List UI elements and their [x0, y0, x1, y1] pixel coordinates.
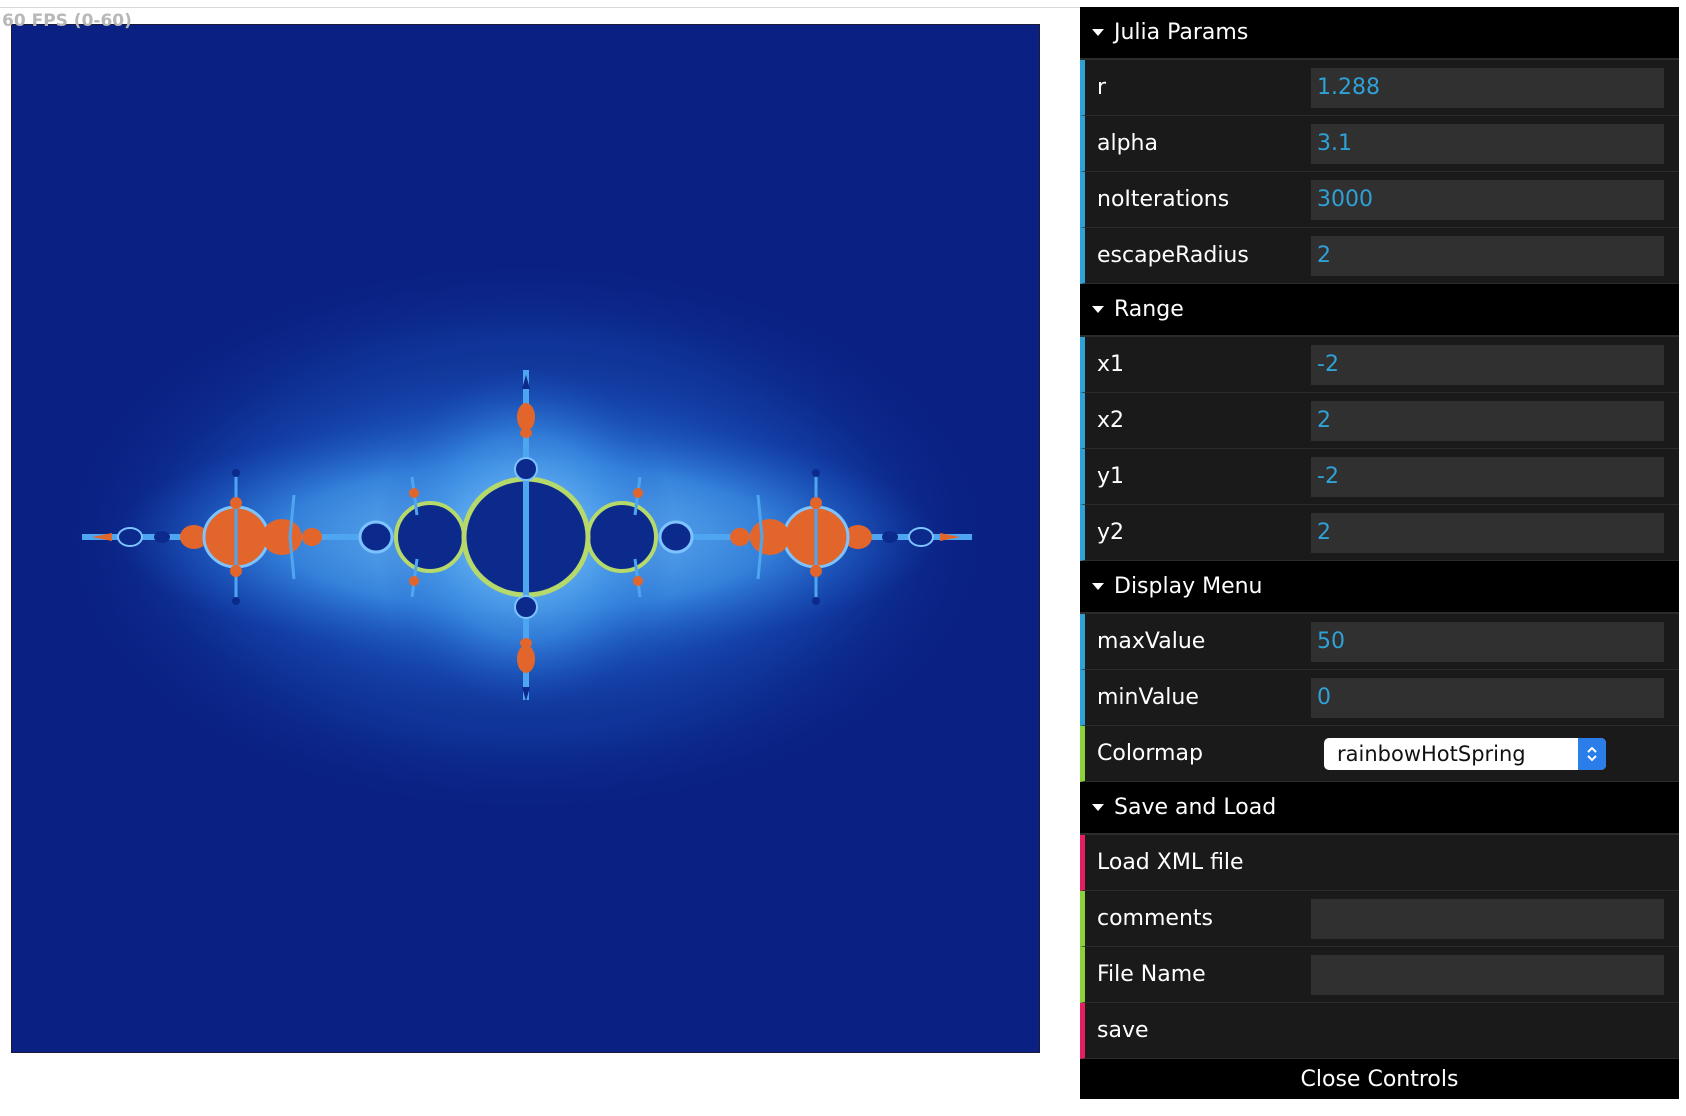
- x2-input[interactable]: 2: [1311, 400, 1664, 441]
- select-arrows-icon[interactable]: [1578, 737, 1606, 770]
- param-row-comments: comments: [1080, 891, 1679, 947]
- minvalue-input[interactable]: 0: [1311, 677, 1664, 718]
- param-label: y1: [1097, 464, 1125, 489]
- folder-title-label: Save and Load: [1114, 795, 1277, 820]
- param-label: escapeRadius: [1097, 243, 1249, 268]
- param-row-maxvalue: maxValue 50: [1080, 614, 1679, 670]
- controls-panel: Julia Params r 1.288 alpha 3.1 noIterati…: [1080, 7, 1679, 1099]
- triangle-down-icon: [1092, 29, 1104, 36]
- folder-save-and-load[interactable]: Save and Load: [1080, 782, 1679, 835]
- param-row-escaperadius: escapeRadius 2: [1080, 228, 1679, 284]
- button-label: Load XML file: [1097, 850, 1244, 875]
- triangle-down-icon: [1092, 306, 1104, 313]
- top-divider: [0, 7, 1080, 8]
- folder-range[interactable]: Range: [1080, 284, 1679, 337]
- param-label: x1: [1097, 352, 1125, 377]
- colormap-selected-value: rainbowHotSpring: [1337, 741, 1526, 766]
- load-xml-button[interactable]: Load XML file: [1080, 835, 1679, 891]
- r-input[interactable]: 1.288: [1311, 67, 1664, 108]
- param-row-colormap: Colormap rainbowHotSpring: [1080, 726, 1679, 782]
- param-label: comments: [1097, 906, 1213, 931]
- close-controls-button[interactable]: Close Controls: [1080, 1059, 1679, 1099]
- colormap-select[interactable]: rainbowHotSpring: [1324, 737, 1606, 770]
- param-row-minvalue: minValue 0: [1080, 670, 1679, 726]
- button-label: save: [1097, 1018, 1149, 1043]
- param-label: maxValue: [1097, 629, 1206, 654]
- escaperadius-input[interactable]: 2: [1311, 235, 1664, 276]
- param-row-y2: y2 2: [1080, 505, 1679, 561]
- folder-display-menu[interactable]: Display Menu: [1080, 561, 1679, 614]
- param-row-x1: x1 -2: [1080, 337, 1679, 393]
- folder-julia-params[interactable]: Julia Params: [1080, 7, 1679, 60]
- param-row-alpha: alpha 3.1: [1080, 116, 1679, 172]
- param-label: noIterations: [1097, 187, 1230, 212]
- y2-input[interactable]: 2: [1311, 512, 1664, 553]
- triangle-down-icon: [1092, 804, 1104, 811]
- save-button[interactable]: save: [1080, 1003, 1679, 1059]
- comments-input[interactable]: [1311, 898, 1664, 939]
- maxvalue-input[interactable]: 50: [1311, 621, 1664, 662]
- filename-input[interactable]: [1311, 954, 1664, 995]
- folder-title-label: Julia Params: [1114, 20, 1249, 45]
- param-row-noiterations: noIterations 3000: [1080, 172, 1679, 228]
- julia-set-render: [12, 25, 1039, 1052]
- folder-title-label: Range: [1114, 297, 1184, 322]
- noiterations-input[interactable]: 3000: [1311, 179, 1664, 220]
- folder-title-label: Display Menu: [1114, 574, 1263, 599]
- param-label: r: [1097, 75, 1107, 100]
- param-row-r: r 1.288: [1080, 60, 1679, 116]
- param-label: y2: [1097, 520, 1125, 545]
- param-row-filename: File Name: [1080, 947, 1679, 1003]
- fps-counter: 60 FPS (0-60): [2, 11, 132, 31]
- fractal-canvas[interactable]: [11, 24, 1040, 1053]
- param-label: alpha: [1097, 131, 1158, 156]
- y1-input[interactable]: -2: [1311, 456, 1664, 497]
- param-label: minValue: [1097, 685, 1199, 710]
- param-label: File Name: [1097, 962, 1206, 987]
- param-label: Colormap: [1097, 741, 1203, 766]
- param-row-x2: x2 2: [1080, 393, 1679, 449]
- param-label: x2: [1097, 408, 1125, 433]
- alpha-input[interactable]: 3.1: [1311, 123, 1664, 164]
- triangle-down-icon: [1092, 583, 1104, 590]
- param-row-y1: y1 -2: [1080, 449, 1679, 505]
- x1-input[interactable]: -2: [1311, 344, 1664, 385]
